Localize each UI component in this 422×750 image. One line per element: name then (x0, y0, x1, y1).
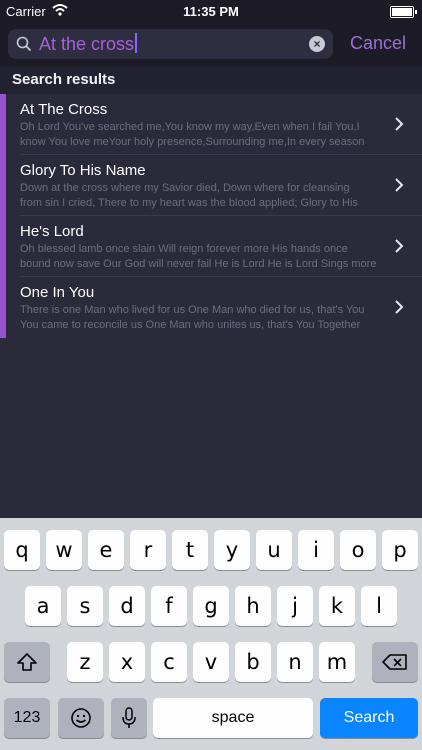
result-title: Glory To His Name (20, 162, 146, 179)
key-v[interactable]: v (193, 642, 229, 682)
result-row-hes-lord[interactable]: He's Lord Oh blessed lamb once slain Wil… (0, 216, 422, 277)
status-bar: Carrier 11:35 PM (0, 0, 422, 22)
keyboard: q w e r t y u i o p a s d f g h j k l z … (0, 518, 422, 750)
key-n[interactable]: n (277, 642, 313, 682)
result-preview-line: Down at the cross where my Savior died, … (20, 182, 350, 194)
chevron-right-icon (394, 177, 404, 198)
key-o[interactable]: o (340, 530, 376, 570)
section-header: Search results (0, 66, 422, 94)
key-h[interactable]: h (235, 586, 271, 626)
key-z[interactable]: z (67, 642, 103, 682)
search-icon (16, 36, 32, 57)
key-e[interactable]: e (88, 530, 124, 570)
space-key[interactable]: space (153, 698, 313, 738)
result-preview-line: There is one Man who lived for us One Ma… (20, 304, 365, 316)
key-p[interactable]: p (382, 530, 418, 570)
status-time: 11:35 PM (183, 4, 239, 19)
backspace-icon (382, 654, 407, 670)
result-title: One In You (20, 284, 95, 301)
result-preview-line: Oh blessed lamb once slain Will reign fo… (20, 243, 348, 255)
key-f[interactable]: f (151, 586, 187, 626)
text-cursor (135, 33, 138, 53)
emoji-icon (71, 708, 91, 728)
result-title: At The Cross (20, 101, 108, 118)
backspace-key[interactable] (372, 642, 418, 682)
key-b[interactable]: b (235, 642, 271, 682)
clear-search-icon[interactable]: × (309, 36, 325, 52)
search-input[interactable]: At the cross × (8, 29, 333, 59)
dictation-key[interactable] (111, 698, 147, 738)
key-d[interactable]: d (109, 586, 145, 626)
result-preview-line: You came to reconcile us One Man who uni… (20, 319, 361, 331)
numbers-key[interactable]: 123 (4, 698, 50, 738)
key-s[interactable]: s (67, 586, 103, 626)
battery-icon (390, 6, 417, 18)
key-l[interactable]: l (361, 586, 397, 626)
result-preview-line: from sin I cried, There to my heart was … (20, 197, 358, 209)
key-c[interactable]: c (151, 642, 187, 682)
search-query-text: At the cross (39, 34, 135, 54)
key-g[interactable]: g (193, 586, 229, 626)
key-u[interactable]: u (256, 530, 292, 570)
microphone-icon (122, 707, 136, 728)
result-preview-line: bound now save Our God will never fail H… (20, 258, 377, 270)
shift-key[interactable] (4, 642, 50, 682)
result-preview-line: know You love meYour holy presence,Surro… (20, 136, 365, 148)
key-i[interactable]: i (298, 530, 334, 570)
result-title: He's Lord (20, 223, 84, 240)
emoji-key[interactable] (58, 698, 104, 738)
key-y[interactable]: y (214, 530, 250, 570)
key-a[interactable]: a (25, 586, 61, 626)
result-row-glory-to-his-name[interactable]: Glory To His Name Down at the cross wher… (0, 155, 422, 216)
key-w[interactable]: w (46, 530, 82, 570)
result-row-at-the-cross[interactable]: At The Cross Oh Lord You've searched me,… (0, 94, 422, 155)
chevron-right-icon (394, 238, 404, 259)
key-q[interactable]: q (4, 530, 40, 570)
chevron-right-icon (394, 116, 404, 137)
search-key[interactable]: Search (320, 698, 418, 738)
key-x[interactable]: x (109, 642, 145, 682)
key-j[interactable]: j (277, 586, 313, 626)
result-row-one-in-you[interactable]: One In You There is one Man who lived fo… (0, 277, 422, 338)
cancel-button[interactable]: Cancel (350, 33, 406, 54)
key-t[interactable]: t (172, 530, 208, 570)
key-k[interactable]: k (319, 586, 355, 626)
shift-icon (17, 653, 37, 671)
chevron-right-icon (394, 299, 404, 320)
key-r[interactable]: r (130, 530, 166, 570)
search-header: At the cross × Cancel (0, 22, 422, 66)
result-preview-line: Oh Lord You've searched me,You know my w… (20, 121, 360, 133)
results-list: At The Cross Oh Lord You've searched me,… (0, 94, 422, 338)
key-m[interactable]: m (319, 642, 355, 682)
